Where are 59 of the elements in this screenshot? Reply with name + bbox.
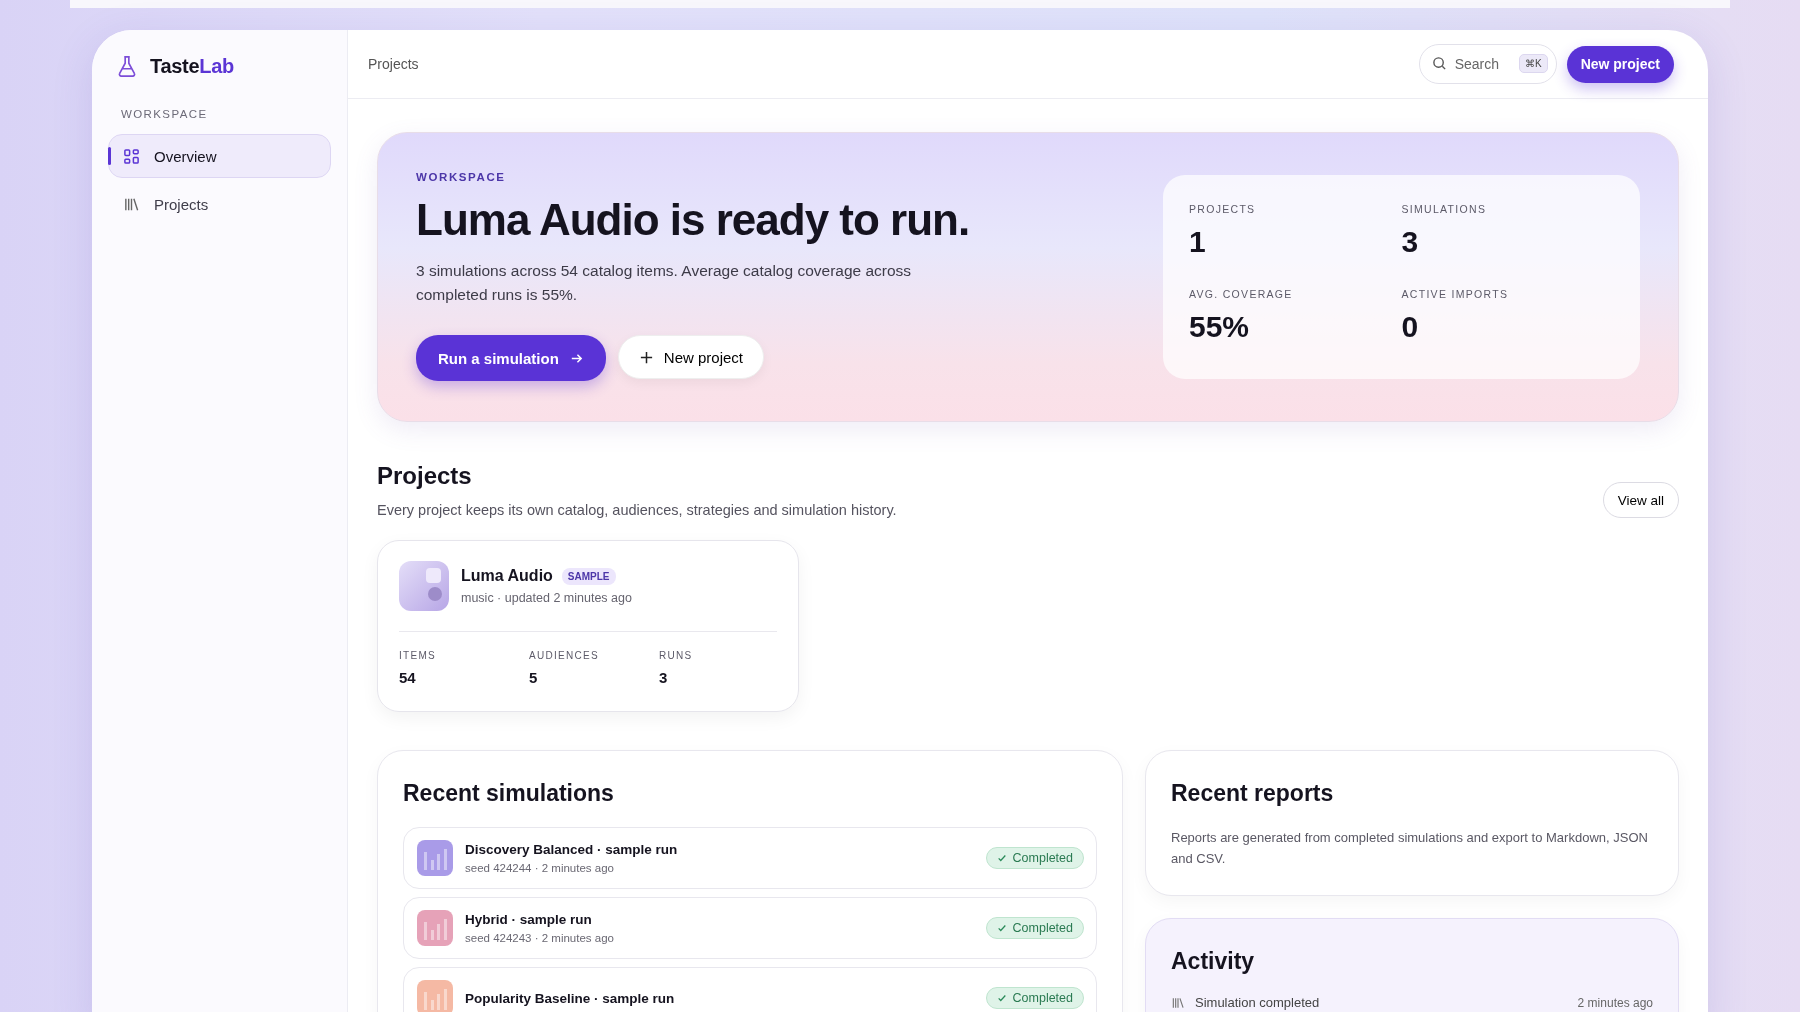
status-badge: Completed — [985, 847, 1084, 869]
view-all-button[interactable]: View all — [1602, 482, 1679, 518]
simulation-row[interactable]: Hybrid · sample run seed 424243 · 2 minutes ago Completed — [403, 897, 1097, 959]
card-title: Activity — [1171, 948, 1256, 975]
project-meta: music · updated 2 minutes ago — [461, 591, 632, 605]
grid-icon — [123, 147, 140, 165]
check-icon — [996, 923, 1007, 933]
stat-value: 55% — [1189, 310, 1251, 344]
sidebar-item[interactable]: Overview — [108, 134, 331, 178]
stat-value: 54 — [399, 669, 417, 686]
status-badge: Completed — [985, 987, 1084, 1009]
stat-value: 0 — [1401, 310, 1420, 344]
stat-label: AVG. COVERAGE — [1189, 288, 1294, 300]
sidebar-item[interactable]: Projects — [108, 182, 331, 226]
plus-icon — [638, 349, 654, 365]
project-card[interactable]: Luma Audio SAMPLE music · updated 2 minutes ago ITEMS 54 AUDIENCES 5 RUNS 3 — [377, 540, 799, 712]
hero-description: 3 simulations across 54 catalog items. Average catalog coverage across completed runs is 55%. — [416, 261, 913, 305]
stat-label: RUNS — [659, 650, 694, 661]
eyebrow-label: WORKSPACE — [416, 171, 507, 183]
brand-logo: TasteLab — [150, 54, 234, 78]
sample-badge: SAMPLE — [561, 567, 616, 585]
card-title: Recent reports — [1171, 780, 1335, 807]
flask-icon — [116, 54, 138, 78]
shortcut-key: ⌘K — [1518, 54, 1548, 73]
run-simulation-button[interactable]: Run a simulation — [416, 335, 606, 381]
activity-time: 2 minutes ago — [1577, 995, 1653, 1010]
simulation-meta: seed 424243 · 2 minutes ago — [465, 932, 615, 944]
simulation-title: Hybrid · sample run — [465, 912, 593, 927]
check-icon — [996, 993, 1007, 1003]
section-label: WORKSPACE — [121, 108, 209, 120]
new-project-button[interactable]: New project — [1566, 45, 1674, 83]
stat-label: ITEMS — [399, 650, 438, 661]
status-badge: Completed — [985, 917, 1084, 939]
simulation-row[interactable]: Popularity Baseline · sample run Completed — [403, 967, 1097, 1012]
library-icon — [1171, 995, 1185, 1010]
new-project-button[interactable]: New project — [617, 335, 765, 379]
stat-label: SIMULATIONS — [1401, 203, 1488, 215]
search-icon — [1431, 56, 1447, 71]
section-subtitle: Every project keeps its own catalog, audiences, strategies and simulation history. — [377, 502, 897, 518]
stat-value: 3 — [1401, 225, 1420, 259]
hero-title: Luma Audio is ready to run. — [416, 195, 970, 245]
stat-value: 3 — [659, 669, 669, 686]
project-thumbnail-icon — [399, 561, 449, 611]
simulation-row[interactable]: Discovery Balanced · sample run seed 424244 · 2 minutes ago Completed — [403, 827, 1097, 889]
stat-label: PROJECTS — [1189, 203, 1257, 215]
breadcrumb: Projects — [368, 56, 420, 72]
stat-label: AUDIENCES — [529, 650, 601, 661]
activity-text: Simulation completed — [1195, 995, 1321, 1010]
check-icon — [996, 853, 1007, 863]
stat-value: 5 — [529, 669, 539, 686]
stat-value: 1 — [1189, 225, 1207, 259]
card-title: Recent simulations — [403, 780, 615, 807]
simulation-title: Popularity Baseline · sample run — [465, 990, 676, 1006]
simulation-title: Discovery Balanced · sample run — [465, 842, 679, 857]
stat-label: ACTIVE IMPORTS — [1401, 288, 1510, 300]
reports-description: Reports are generated from completed simulations and export to Markdown, JSON and CSV. — [1171, 829, 1649, 868]
section-title: Projects — [377, 462, 473, 490]
project-name: Luma Audio — [461, 567, 553, 585]
simulation-meta: seed 424244 · 2 minutes ago — [465, 862, 615, 874]
